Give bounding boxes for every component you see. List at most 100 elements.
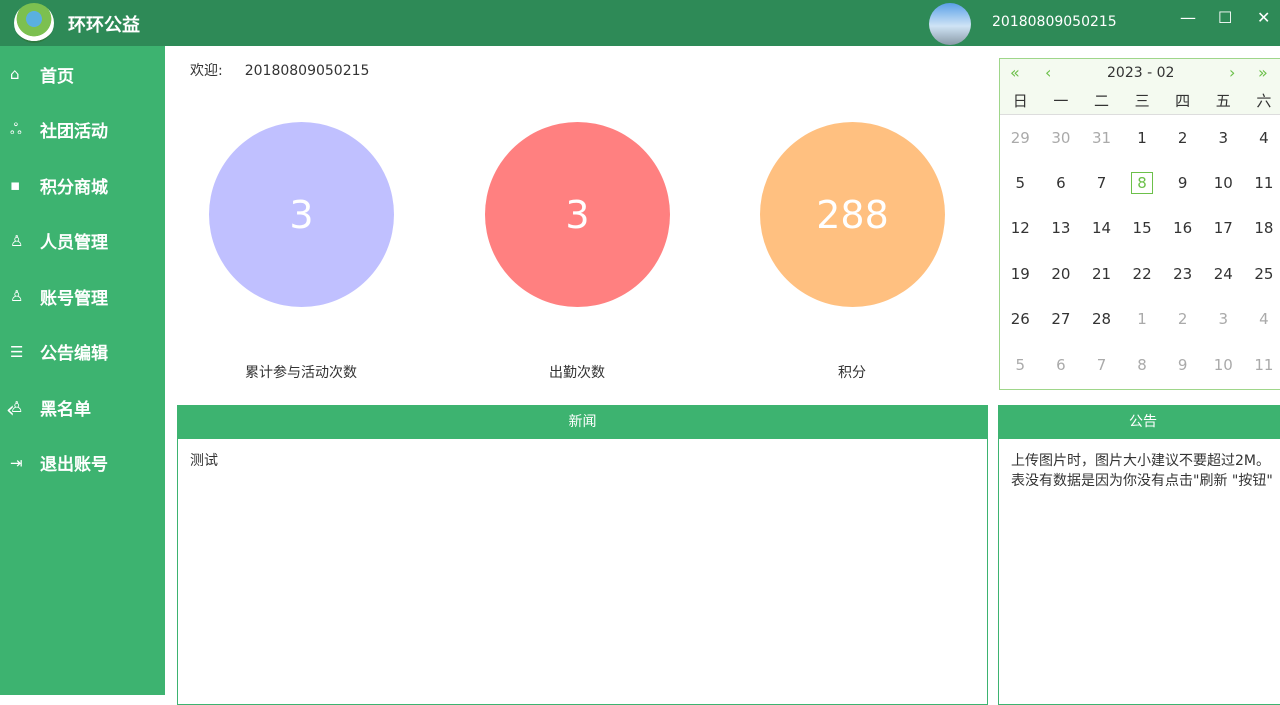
calendar-day[interactable]: 18 [1244,219,1280,237]
calendar-day[interactable]: 4 [1244,310,1280,328]
sidebar-item-label: 账号管理 [40,284,108,309]
prev-year-button[interactable]: « [1010,63,1020,82]
calendar-day[interactable]: 28 [1081,310,1122,328]
app-logo [14,3,54,43]
stat-label: 累计参与活动次数 [191,362,411,382]
calendar-week: 2627281234 [1000,297,1280,342]
calendar-day[interactable]: 10 [1203,174,1244,192]
calendar-day[interactable]: 11 [1244,174,1280,192]
calendar-day[interactable]: 23 [1162,265,1203,283]
calendar-title: 2023 - 02 [1107,65,1174,81]
sidebar-item-blacklist[interactable]: ♙黑名单 [0,387,165,427]
calendar-day[interactable]: 22 [1122,265,1163,283]
sidebar: ‹ ⌂首页ஃ社团活动▪积分商城♙人员管理♙账号管理☰公告编辑♙黑名单⇥退出账号 [0,46,165,695]
calendar-day[interactable]: 21 [1081,265,1122,283]
home-icon: ⌂ [10,65,32,83]
points-mall-icon: ▪ [10,176,32,194]
stat-value: 3 [565,193,589,237]
welcome-user: 20180809050215 [245,63,370,79]
weekday-label: 三 [1122,89,1163,114]
calendar-week: 12131415161718 [1000,206,1280,251]
calendar-day-today[interactable]: 8 [1122,174,1163,192]
calendar-day[interactable]: 2 [1162,310,1203,328]
prev-month-button[interactable]: ‹ [1045,63,1051,82]
sidebar-item-logout[interactable]: ⇥ 退出账号 [0,443,165,483]
weekday-label: 二 [1081,89,1122,114]
calendar-day[interactable]: 5 [1000,174,1041,192]
user-avatar[interactable] [929,3,971,45]
calendar-day[interactable]: 1 [1122,310,1163,328]
stat-value: 3 [289,193,313,237]
sidebar-item-label: 首页 [40,62,74,87]
calendar-day[interactable]: 6 [1041,174,1082,192]
calendar-day[interactable]: 24 [1203,265,1244,283]
calendar-day[interactable]: 30 [1041,129,1082,147]
news-content: 测试 [178,439,987,483]
calendar-day[interactable]: 6 [1041,356,1082,374]
stat-circle: 3 [209,122,394,307]
sidebar-item-label: 黑名单 [40,395,91,420]
calendar-day[interactable]: 2 [1162,129,1203,147]
calendar-week: 19202122232425 [1000,251,1280,296]
sidebar-item-label: 人员管理 [40,228,108,253]
calendar-day[interactable]: 12 [1000,219,1041,237]
calendar-day[interactable]: 7 [1081,356,1122,374]
calendar-day[interactable]: 16 [1162,219,1203,237]
calendar-day[interactable]: 31 [1081,129,1122,147]
sidebar-item-label: 退出账号 [40,450,108,475]
stat-circle: 288 [760,122,945,307]
welcome-label: 欢迎: [190,63,223,79]
next-year-button[interactable]: » [1258,63,1268,82]
sidebar-item-club-activity[interactable]: ஃ 社团活动 [0,110,165,150]
next-month-button[interactable]: › [1229,63,1235,82]
stat-value: 288 [816,193,889,237]
weekday-label: 五 [1203,89,1244,114]
weekday-label: 四 [1162,89,1203,114]
logout-icon: ⇥ [10,454,32,472]
title-bar: 环环公益 20180809050215 — ☐ ✕ [0,0,1280,46]
notice-content: 上传图片时，图片大小建议不要超过2M。表没有数据是因为你没有点击"刷新 "按钮" [999,439,1280,503]
calendar-day[interactable]: 11 [1244,356,1280,374]
calendar-day[interactable]: 26 [1000,310,1041,328]
weekday-label: 六 [1244,89,1280,114]
calendar-day[interactable]: 3 [1203,129,1244,147]
calendar-day[interactable]: 19 [1000,265,1041,283]
close-button[interactable]: ✕ [1257,8,1270,27]
sidebar-item-personnel[interactable]: ♙ 人员管理 [0,221,165,261]
sidebar-item-points-mall[interactable]: ▪积分商城 [0,165,165,205]
calendar-day[interactable]: 9 [1162,356,1203,374]
calendar-day[interactable]: 25 [1244,265,1280,283]
club-activity-icon: ஃ [10,120,32,140]
calendar-day[interactable]: 20 [1041,265,1082,283]
calendar-day[interactable]: 29 [1000,129,1041,147]
weekday-label: 日 [1000,89,1041,114]
username: 20180809050215 [992,14,1117,30]
calendar-day[interactable]: 3 [1203,310,1244,328]
sidebar-item-label: 社团活动 [40,117,108,142]
news-title: 新闻 [178,406,987,439]
calendar-day[interactable]: 13 [1041,219,1082,237]
welcome: 欢迎: 20180809050215 [190,60,369,80]
calendar-day[interactable]: 1 [1122,129,1163,147]
calendar-week: 567891011 [1000,160,1280,205]
calendar-day[interactable]: 4 [1244,129,1280,147]
sidebar-item-account[interactable]: ♙账号管理 [0,276,165,316]
calendar-day[interactable]: 9 [1162,174,1203,192]
personnel-icon: ♙ [10,232,32,250]
maximize-button[interactable]: ☐ [1218,8,1232,27]
sidebar-item-notice-edit[interactable]: ☰公告编辑 [0,332,165,372]
stat-label: 积分 [742,362,962,382]
notice-edit-icon: ☰ [10,343,32,361]
app-title: 环环公益 [68,11,140,37]
sidebar-item-home[interactable]: ⌂ 首页 [0,54,165,94]
calendar-day[interactable]: 27 [1041,310,1082,328]
minimize-button[interactable]: — [1180,8,1196,27]
calendar-week: 2930311234 [1000,115,1280,160]
calendar-day[interactable]: 15 [1122,219,1163,237]
calendar-day[interactable]: 5 [1000,356,1041,374]
calendar-day[interactable]: 7 [1081,174,1122,192]
calendar-day[interactable]: 8 [1122,356,1163,374]
calendar-day[interactable]: 14 [1081,219,1122,237]
calendar-day[interactable]: 10 [1203,356,1244,374]
calendar-day[interactable]: 17 [1203,219,1244,237]
